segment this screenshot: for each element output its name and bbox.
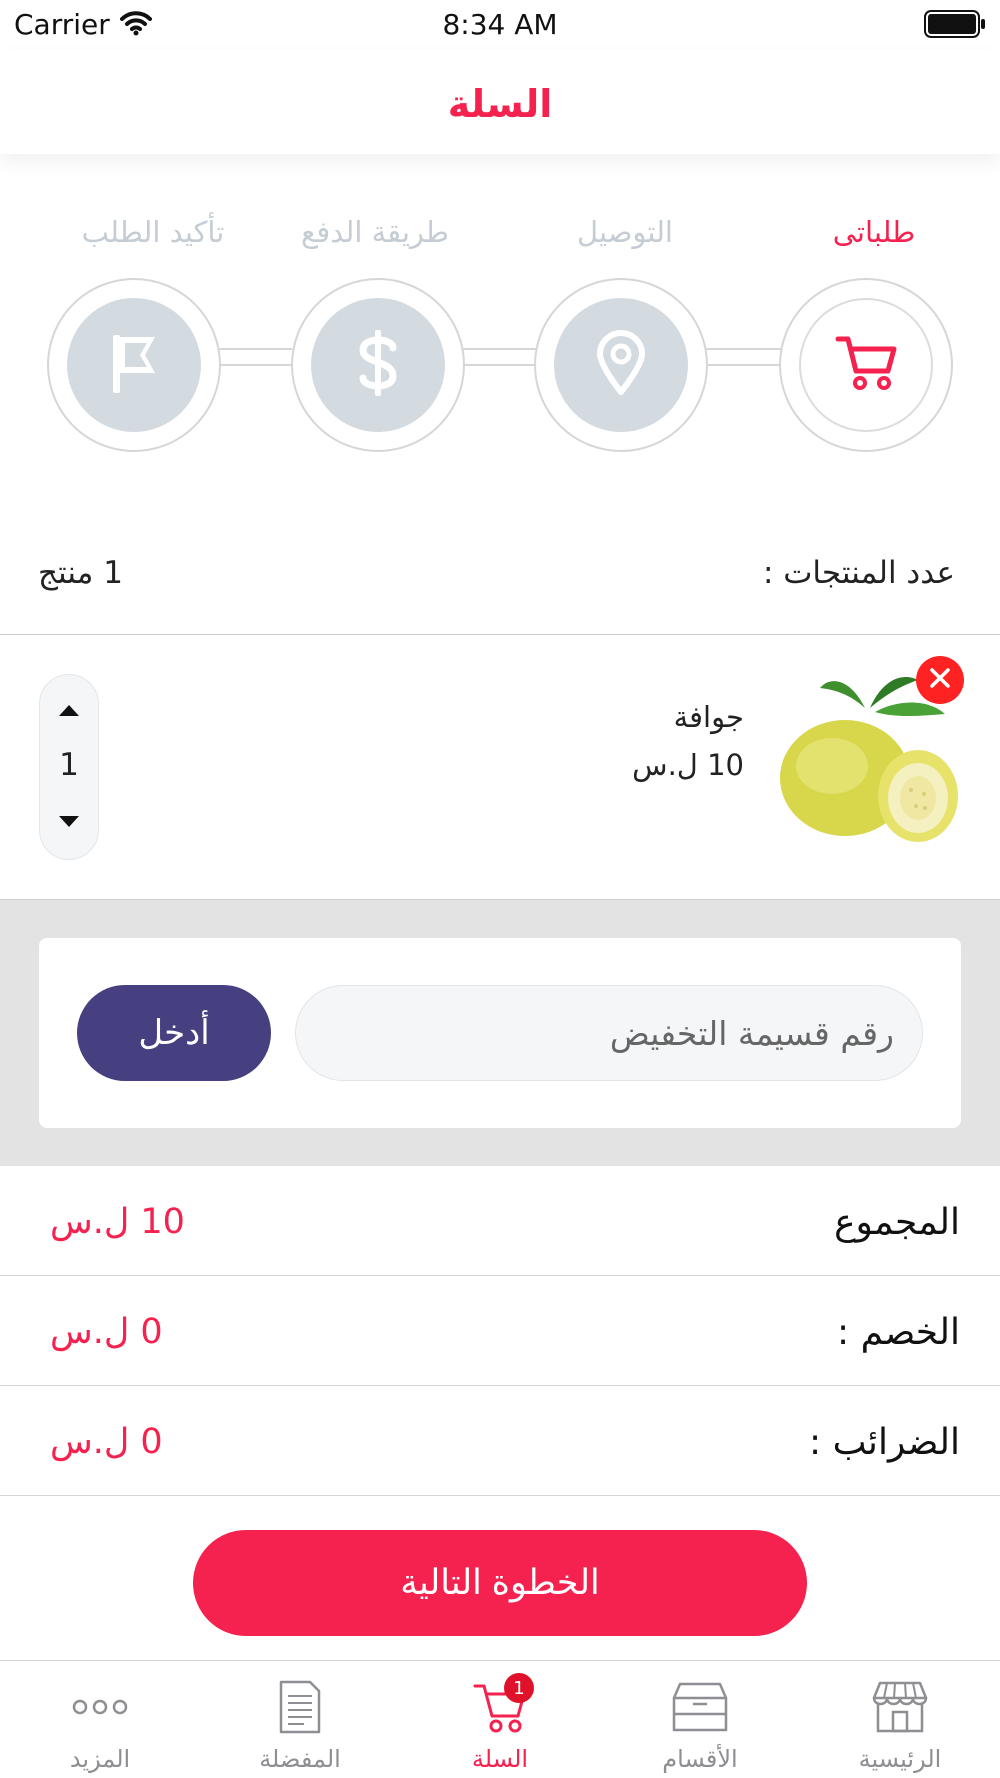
- page-title: السلة: [447, 82, 553, 126]
- status-bar: Carrier 8:34 AM: [0, 0, 1000, 50]
- tab-cart[interactable]: 1 السلة: [400, 1661, 600, 1778]
- caret-down-icon: [57, 814, 81, 833]
- location-pin-icon: [596, 330, 646, 400]
- tax-value: 0 ل.س: [50, 1422, 163, 1462]
- tax-row: الضرائب : 0 ل.س: [0, 1386, 1000, 1496]
- step-label-confirm: تأكيد الطلب: [81, 215, 225, 249]
- step-payment-circle: [311, 298, 445, 432]
- tax-label: الضرائب :: [809, 1422, 960, 1463]
- cart-badge: 1: [504, 1673, 534, 1703]
- step-delivery-circle: [554, 298, 688, 432]
- step-label-payment: طريقة الدفع: [300, 215, 449, 249]
- cart-item: جوافة 10 ل.س 1: [0, 636, 1000, 900]
- tab-categories-label: الأقسام: [662, 1745, 738, 1773]
- apply-coupon-button[interactable]: أدخل: [77, 985, 271, 1081]
- step-delivery[interactable]: [534, 278, 708, 452]
- tab-more[interactable]: المزيد: [0, 1661, 200, 1778]
- nav-header: السلة: [0, 50, 1000, 154]
- step-orders[interactable]: [779, 278, 953, 452]
- quantity-decrease-button[interactable]: [40, 809, 98, 837]
- coupon-card: أدخل: [39, 938, 961, 1128]
- battery-icon: [924, 10, 986, 38]
- product-count-value: 1 منتج: [38, 555, 123, 591]
- coupon-input[interactable]: [295, 985, 923, 1081]
- step-connector: [703, 348, 783, 366]
- step-confirm-circle: [67, 298, 201, 432]
- step-payment[interactable]: [291, 278, 465, 452]
- dollar-icon: [356, 328, 400, 402]
- step-orders-circle: [799, 298, 933, 432]
- quantity-stepper: 1: [39, 674, 99, 860]
- step-label-delivery: التوصيل: [577, 215, 673, 249]
- tab-home-label: الرئيسية: [858, 1745, 942, 1773]
- tab-more-label: المزيد: [69, 1745, 131, 1773]
- tab-home[interactable]: الرئيسية: [800, 1661, 1000, 1778]
- flag-icon: [109, 331, 159, 399]
- next-step-button[interactable]: الخطوة التالية: [193, 1530, 807, 1636]
- clock: 8:34 AM: [442, 8, 558, 41]
- total-row: المجموع 10 ل.س: [0, 1166, 1000, 1276]
- discount-label: الخصم :: [837, 1312, 960, 1353]
- checkout-steps: تأكيد الطلب طريقة الدفع التوصيل طلباتى: [0, 200, 1000, 460]
- more-dots-icon: [70, 1679, 130, 1735]
- tab-categories[interactable]: الأقسام: [600, 1661, 800, 1778]
- document-icon: [270, 1679, 330, 1735]
- product-price: 10 ل.س: [632, 748, 744, 782]
- product-count-row: عدد المنتجات : 1 منتج: [0, 545, 1000, 635]
- coupon-section: أدخل: [0, 900, 1000, 1166]
- tab-bar: المزيد المفضلة 1 السلة الأقسام الرئيسية: [0, 1660, 1000, 1778]
- step-label-orders: طلباتى: [832, 215, 916, 249]
- product-count-label: عدد المنتجات :: [762, 555, 955, 591]
- cart-icon: [834, 333, 898, 397]
- tab-cart-label: السلة: [471, 1745, 529, 1773]
- remove-item-button[interactable]: [916, 656, 964, 704]
- total-value: 10 ل.س: [50, 1202, 185, 1242]
- step-confirm[interactable]: [47, 278, 221, 452]
- caret-up-icon: [57, 702, 81, 721]
- tab-favorites[interactable]: المفضلة: [200, 1661, 400, 1778]
- quantity-value: 1: [59, 747, 79, 783]
- total-label: المجموع: [834, 1202, 960, 1243]
- close-icon: [928, 666, 952, 694]
- step-connector: [217, 348, 292, 366]
- step-connector: [460, 348, 540, 366]
- tab-favorites-label: المفضلة: [259, 1745, 341, 1773]
- box-icon: [670, 1679, 730, 1735]
- quantity-increase-button[interactable]: [40, 697, 98, 725]
- discount-value: 0 ل.س: [50, 1312, 163, 1352]
- store-icon: [870, 1679, 930, 1735]
- discount-row: الخصم : 0 ل.س: [0, 1276, 1000, 1386]
- product-name: جوافة: [673, 700, 744, 734]
